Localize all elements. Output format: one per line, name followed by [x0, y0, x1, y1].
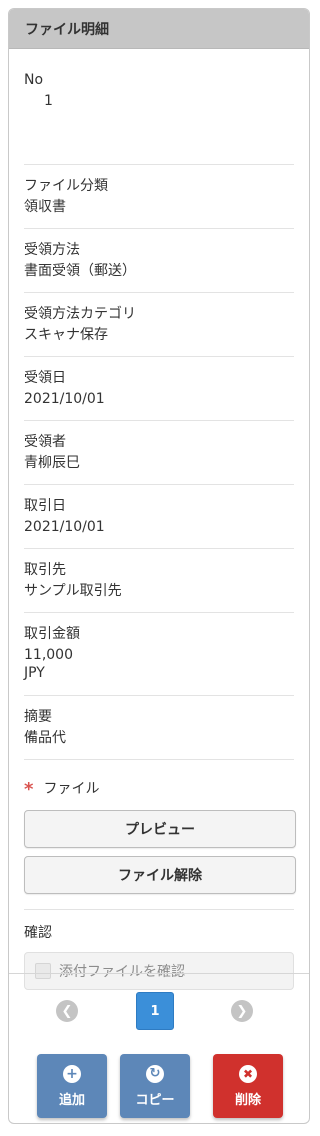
field-transaction-date: 取引日 2021/10/01	[24, 485, 294, 549]
amount-currency: JPY	[24, 665, 45, 681]
add-button-label: 追加	[58, 1092, 85, 1108]
field-label: 摘要	[24, 709, 52, 725]
field-received-date: 受領日 2021/10/01	[24, 357, 294, 421]
file-section: * ファイル プレビュー ファイル解除	[24, 760, 296, 910]
field-label: 受領者	[24, 434, 66, 450]
field-label: 取引先	[24, 562, 66, 578]
field-receipt-method: 受領方法 書面受領（郵送）	[24, 229, 294, 293]
detail-body: No 1 ファイル分類 領収書 受領方法 書面受領（郵送） 受領方法カテゴリ ス…	[9, 49, 309, 1014]
pager: ❮ 1 ❯	[9, 992, 309, 1032]
field-value: 備品代	[24, 730, 66, 746]
amount-value: 11,000	[24, 647, 73, 663]
field-label: ファイル分類	[24, 178, 108, 194]
refresh-icon: ↻	[146, 1064, 164, 1083]
card-title: ファイル明細	[9, 9, 309, 49]
field-receipt-method-category: 受領方法カテゴリ スキャナ保存	[24, 293, 294, 357]
field-receiver: 受領者 青柳辰巳	[24, 421, 294, 485]
plus-icon: +	[63, 1064, 81, 1083]
field-value: サンプル取引先	[24, 583, 122, 599]
field-value: 書面受領（郵送）	[24, 263, 136, 279]
chevron-right-icon: ❯	[236, 1003, 248, 1019]
field-value: 青柳辰巳	[24, 455, 80, 471]
field-label: 取引金額	[24, 626, 80, 642]
delete-button-label: 削除	[234, 1092, 261, 1108]
file-detail-card: ファイル明細 No 1 ファイル分類 領収書 受領方法 書面受領（郵送） 受領方…	[8, 8, 310, 1124]
prev-page-button[interactable]: ❮	[56, 1000, 78, 1022]
field-label: 受領方法カテゴリ	[24, 306, 136, 322]
action-buttons: + 追加 ↻ コピー ✖ 削除	[37, 1054, 287, 1118]
delete-button[interactable]: ✖ 削除	[213, 1054, 283, 1118]
field-summary: 摘要 備品代	[24, 696, 294, 760]
field-value: 2021/10/01	[24, 391, 105, 407]
field-value: スキャナ保存	[24, 327, 108, 343]
field-amount: 取引金額 11,000 JPY	[24, 613, 294, 696]
close-icon: ✖	[239, 1064, 257, 1083]
remove-file-button[interactable]: ファイル解除	[24, 856, 296, 894]
field-label: 取引日	[24, 498, 66, 514]
field-label: 受領日	[24, 370, 66, 386]
preview-button[interactable]: プレビュー	[24, 810, 296, 848]
field-label: No	[24, 72, 44, 88]
required-mark: *	[24, 779, 34, 800]
file-label: ファイル	[43, 781, 100, 797]
current-page-button[interactable]: 1	[136, 992, 174, 1030]
field-partner: 取引先 サンプル取引先	[24, 549, 294, 613]
copy-button[interactable]: ↻ コピー	[120, 1054, 190, 1118]
copy-button-label: コピー	[135, 1092, 175, 1108]
chevron-left-icon: ❮	[61, 1003, 73, 1019]
field-value: 1	[44, 93, 53, 109]
field-value: 領収書	[24, 199, 66, 215]
field-label: 受領方法	[24, 242, 80, 258]
field-file-category: ファイル分類 領収書	[24, 165, 294, 229]
card-footer: ❮ 1 ❯ + 追加 ↻ コピー ✖ 削除	[9, 973, 309, 1123]
field-value: 2021/10/01	[24, 519, 105, 535]
field-no: No 1	[24, 49, 294, 165]
confirm-label: 確認	[24, 925, 52, 941]
add-button[interactable]: + 追加	[37, 1054, 107, 1118]
next-page-button[interactable]: ❯	[231, 1000, 253, 1022]
